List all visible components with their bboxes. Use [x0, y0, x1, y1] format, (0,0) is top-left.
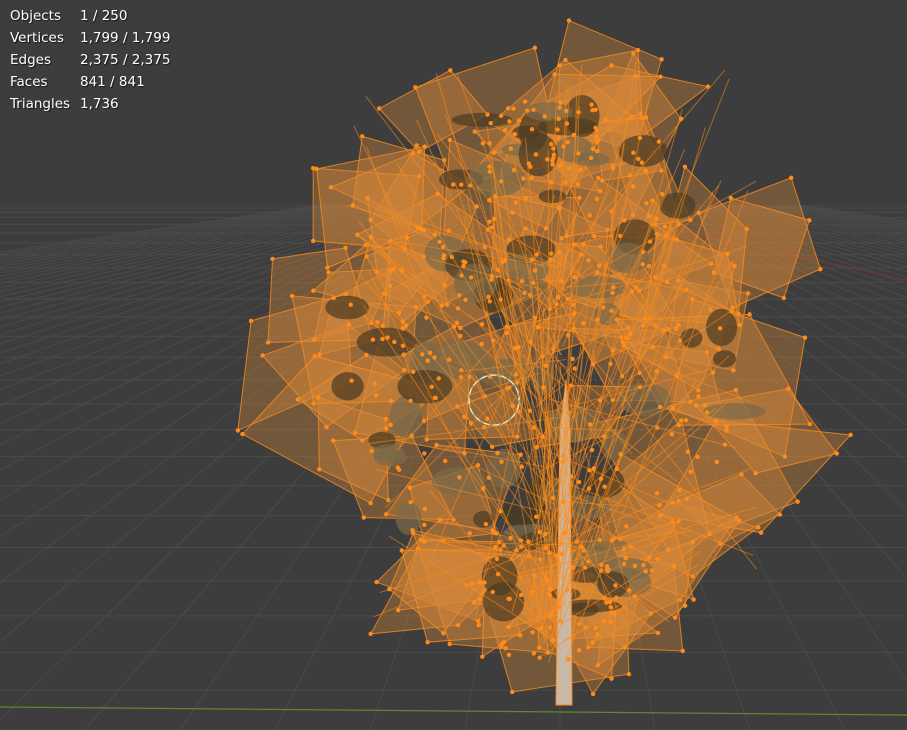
- stat-label: Edges: [10, 52, 52, 68]
- stat-row-vertices: Vertices 1,799 / 1,799: [10, 27, 170, 49]
- stat-value: 2,375 / 2,375: [80, 52, 171, 68]
- stat-value: 1,799 / 1,799: [80, 30, 171, 46]
- 3d-viewport[interactable]: Objects 1 / 250 Vertices 1,799 / 1,799 E…: [0, 0, 907, 730]
- viewport-statistics-overlay: Objects 1 / 250 Vertices 1,799 / 1,799 E…: [10, 5, 170, 115]
- stat-value: 841 / 841: [80, 74, 145, 90]
- stat-row-triangles: Triangles 1,736: [10, 93, 170, 115]
- stat-value: 1,736: [80, 96, 119, 112]
- stat-row-edges: Edges 2,375 / 2,375: [10, 49, 170, 71]
- y-axis-line: [0, 706, 907, 716]
- stat-row-faces: Faces 841 / 841: [10, 71, 170, 93]
- stat-value: 1 / 250: [80, 8, 128, 24]
- stat-row-objects: Objects 1 / 250: [10, 5, 170, 27]
- stat-label: Faces: [10, 74, 48, 90]
- stat-label: Objects: [10, 8, 62, 24]
- stat-label: Vertices: [10, 30, 64, 46]
- stat-label: Triangles: [10, 96, 71, 112]
- tree-mesh-object[interactable]: [235, 18, 853, 706]
